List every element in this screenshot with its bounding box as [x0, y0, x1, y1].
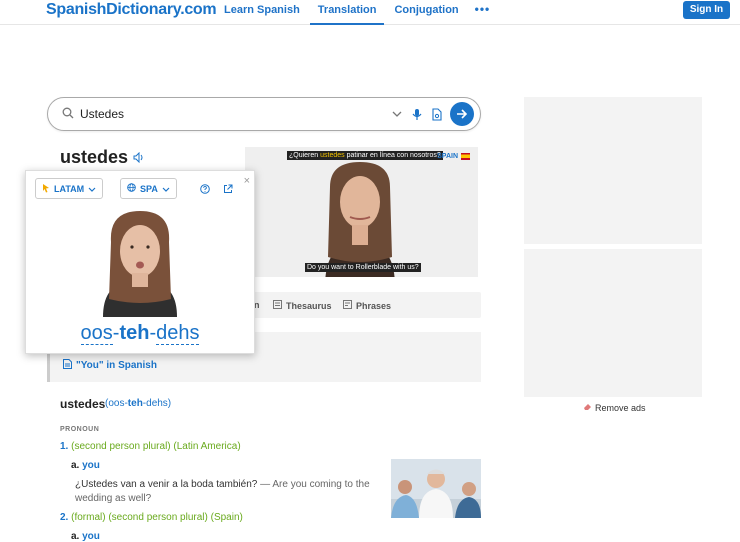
sense-1: 1. (second person plural) (Latin America…: [60, 441, 241, 452]
search-bar: [47, 97, 481, 131]
headword: ustedes: [60, 147, 129, 167]
search-submit-button[interactable]: [450, 102, 474, 126]
video-player[interactable]: ¿Quieren ustedes patinar en línea con no…: [245, 147, 478, 277]
video-speaker-image: [300, 157, 420, 277]
translation-link[interactable]: you: [82, 460, 100, 471]
part-of-speech: PRONOUN: [60, 426, 100, 433]
search-icon: [62, 107, 74, 122]
chevron-down-icon: [162, 184, 170, 194]
ad-slot-bottom: [524, 249, 702, 397]
site-logo[interactable]: SpanishDictionary.com: [46, 1, 217, 19]
phrases-icon: [343, 300, 352, 311]
more-menu-icon[interactable]: •••: [469, 0, 497, 25]
chevron-down-icon: [88, 184, 96, 194]
speaker-icon[interactable]: [133, 151, 145, 166]
translation-link[interactable]: you: [82, 531, 100, 542]
help-icon[interactable]: [200, 182, 210, 197]
search-input[interactable]: [80, 105, 380, 123]
cursor-icon: [42, 183, 50, 195]
region-label: SPAIN: [437, 153, 458, 160]
sign-in-button[interactable]: Sign In: [683, 1, 730, 19]
entry-headword: ustedes: [60, 397, 106, 411]
video-caption-english: Do you want to Rollerblade with us?: [305, 263, 421, 272]
pronunciation-speaker-image: [85, 207, 195, 317]
language-dropdown[interactable]: SPA: [120, 178, 177, 199]
document-search-icon[interactable]: [430, 107, 444, 121]
chevron-down-icon[interactable]: [390, 107, 404, 121]
close-icon[interactable]: ×: [244, 175, 250, 187]
microphone-icon[interactable]: [410, 107, 424, 121]
eraser-icon: [583, 402, 592, 413]
search-tools: [390, 102, 474, 126]
site-header: SpanishDictionary.com Learn Spanish Tran…: [0, 0, 740, 25]
remove-ads-link[interactable]: Remove ads: [583, 402, 646, 413]
tab-phrases[interactable]: Phrases: [343, 300, 391, 311]
sense-1-translation: a. you: [71, 460, 100, 471]
thesaurus-icon: [273, 300, 282, 311]
document-icon: [63, 359, 72, 372]
sense-2: 2. (formal) (second person plural) (Spai…: [60, 512, 243, 523]
external-link-icon[interactable]: [223, 182, 233, 197]
ad-slot-top: [524, 97, 702, 244]
region-dropdown[interactable]: LATAM: [35, 178, 104, 199]
globe-icon: [127, 183, 136, 194]
entry-pronunciation[interactable]: (oos-teh-dehs): [105, 398, 171, 409]
phonetic-spelling[interactable]: oos-teh-dehs: [26, 322, 254, 345]
you-in-spanish-link[interactable]: "You" in Spanish: [63, 359, 157, 372]
example-sentence: ¿Ustedes van a venir a la boda también? …: [75, 479, 370, 504]
example-photo: [391, 459, 481, 518]
main-nav: Learn Spanish Translation Conjugation ••…: [216, 0, 496, 25]
nav-conjugation[interactable]: Conjugation: [386, 0, 466, 25]
nav-translation[interactable]: Translation: [309, 0, 385, 25]
pronunciation-popup: LATAM SPA × oos-teh-dehs: [25, 170, 255, 354]
tab-thesaurus[interactable]: Thesaurus: [273, 300, 332, 311]
nav-learn-spanish[interactable]: Learn Spanish: [216, 0, 308, 25]
sense-2-translation: a. you: [71, 531, 100, 542]
video-caption-spanish: ¿Quieren ustedes patinar en línea con no…: [287, 151, 443, 160]
spain-flag-icon: [461, 153, 470, 160]
